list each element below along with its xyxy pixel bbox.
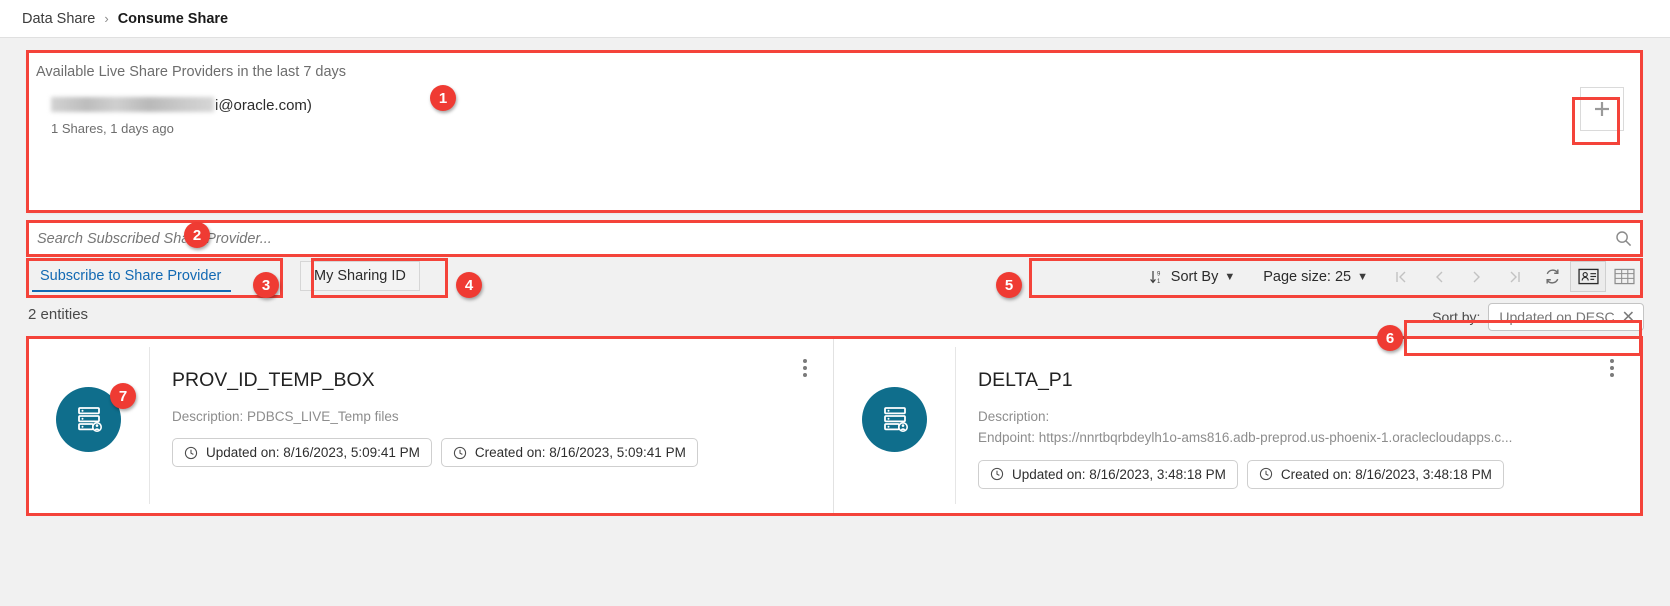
search-input[interactable] [29,230,1606,247]
first-page-icon [1396,271,1406,282]
annotation-badge-5: 5 [996,272,1022,298]
clock-icon [990,467,1004,481]
last-page-icon [1510,271,1520,282]
breadcrumb-parent[interactable]: Data Share [22,11,95,27]
sort-by-label: Sort By [1170,268,1219,285]
first-page-button[interactable] [1382,260,1420,293]
available-providers-title: Available Live Share Providers in the la… [36,64,347,80]
sort-by-chip-group: Sort by: Updated on DESC ✕ [1432,303,1644,331]
annotation-badge-3: 3 [253,272,279,298]
table-view-button[interactable] [1606,261,1642,292]
page-size-button[interactable]: Page size: 25 ▼ [1249,260,1382,293]
sort-by-button[interactable]: 9 1 Sort By ▼ [1135,260,1249,293]
annotation-badge-7: 7 [110,383,136,409]
sort-descending-icon: 9 1 [1149,270,1161,285]
card-title: PROV_ID_TEMP_BOX [172,369,375,391]
card-icon-column [834,347,956,504]
card-description: Description: PDBCS_LIVE_Temp files [172,409,399,424]
sort-by-prefix-label: Sort by: [1432,309,1481,325]
my-sharing-id-label: My Sharing ID [314,268,406,284]
provider-share-meta: 1 Shares, 1 days ago [51,121,174,136]
previous-page-button[interactable] [1420,260,1458,293]
my-sharing-id-button[interactable]: My Sharing ID [300,261,420,291]
created-on-chip: Created on: 8/16/2023, 3:48:18 PM [1246,459,1504,489]
annotation-badge-4: 4 [456,272,482,298]
created-on-label: Created on: 8/16/2023, 5:09:41 PM [474,445,686,461]
card-menu-button[interactable] [1610,359,1614,377]
list-toolbar: 9 1 Sort By ▼ Page size: 25 ▼ [1135,260,1642,293]
provider-email: i@oracle.com) [51,95,312,114]
entities-count: 2 entities [28,306,89,323]
card-timestamps: Updated on: 8/16/2023, 5:09:41 PM Create… [172,438,833,468]
card-body: DELTA_P1 Description: Endpoint: https://… [956,347,1640,513]
clock-icon [1259,467,1273,481]
card-endpoint: Endpoint: https://nnrtbqrbdeylh1o-ams816… [978,430,1513,446]
refresh-button[interactable] [1534,261,1570,292]
clock-icon [184,446,198,459]
annotation-badge-2: 2 [184,222,210,248]
updated-on-label: Updated on: 8/16/2023, 5:09:41 PM [206,445,420,461]
chevron-down-icon: ▼ [1224,270,1236,283]
page-size-label: Page size: 25 [1263,268,1352,285]
provider-entry[interactable]: i@oracle.com) 1 Shares, 1 days ago [51,95,312,136]
share-provider-icon [862,387,927,452]
card-icon-column [28,347,150,504]
card-timestamps: Updated on: 8/16/2023, 3:48:18 PM Create… [978,459,1640,489]
annotation-badge-6: 6 [1377,325,1403,351]
last-page-button[interactable] [1496,260,1534,293]
card-body: PROV_ID_TEMP_BOX Description: PDBCS_LIVE… [150,347,833,513]
subscribe-tab-label: Subscribe to Share Provider [40,268,222,284]
annotation-badge-1: 1 [430,85,456,111]
available-providers-panel: Available Live Share Providers in the la… [28,52,1641,211]
consume-share-page: Data Share › Consume Share Available Liv… [0,0,1670,606]
subscribe-to-share-provider-tab[interactable]: Subscribe to Share Provider [32,262,232,292]
chevron-down-icon: ▼ [1357,270,1368,283]
updated-on-chip: Updated on: 8/16/2023, 3:48:18 PM [978,459,1238,489]
plus-icon [1595,102,1609,116]
provider-email-visible: i@oracle.com) [215,97,312,114]
redacted-email-block [51,97,214,112]
breadcrumb: Data Share › Consume Share [0,0,1670,38]
card-menu-button[interactable] [803,359,807,377]
breadcrumb-current: Consume Share [117,10,229,27]
chevron-right-icon: › [104,11,109,26]
sort-chip-value: Updated on DESC [1499,309,1615,325]
next-page-button[interactable] [1458,260,1496,293]
card-view-button[interactable] [1570,261,1606,292]
updated-on-chip: Updated on: 8/16/2023, 5:09:41 PM [172,438,432,468]
card-view-icon [1577,268,1599,285]
svg-text:9: 9 [1157,271,1161,277]
share-provider-card-list: PROV_ID_TEMP_BOX Description: PDBCS_LIVE… [28,338,1641,513]
card-description: Description: [978,409,1050,424]
search-icon[interactable] [1606,230,1640,247]
sort-chip[interactable]: Updated on DESC ✕ [1488,303,1644,331]
card-title: DELTA_P1 [978,369,1073,391]
chevron-left-icon [1436,271,1443,282]
close-icon[interactable]: ✕ [1622,307,1635,327]
table-view-icon [1613,268,1635,285]
chevron-right-icon [1473,271,1480,282]
svg-text:1: 1 [1157,279,1161,285]
updated-on-label: Updated on: 8/16/2023, 3:48:18 PM [1012,466,1226,482]
share-provider-card[interactable]: DELTA_P1 Description: Endpoint: https://… [834,338,1640,513]
add-provider-button[interactable] [1580,87,1624,131]
refresh-icon [1545,269,1559,284]
created-on-label: Created on: 8/16/2023, 3:48:18 PM [1280,466,1492,482]
created-on-chip: Created on: 8/16/2023, 5:09:41 PM [440,438,698,468]
search-bar[interactable] [28,222,1641,255]
clock-icon [453,446,467,459]
share-provider-card[interactable]: PROV_ID_TEMP_BOX Description: PDBCS_LIVE… [28,338,834,513]
